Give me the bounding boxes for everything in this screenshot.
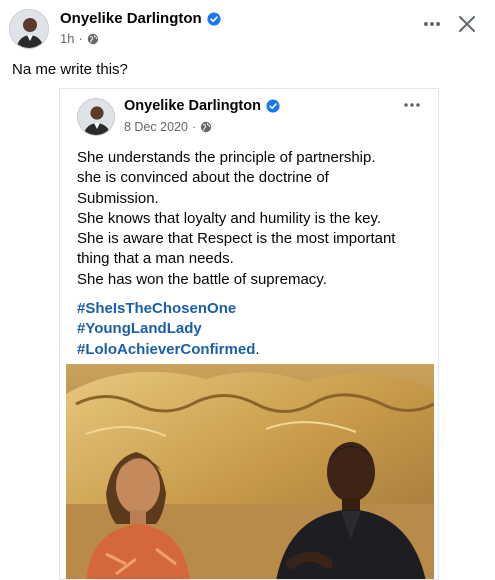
globe-icon <box>87 33 99 44</box>
hashtag-link[interactable]: #LoloAchieverConfirmed <box>77 341 255 358</box>
text-line: She is aware that Respect is the most im… <box>77 230 396 248</box>
author-name[interactable]: Onyelike Darlington <box>60 10 202 27</box>
text-line: She understands the principle of partner… <box>77 149 376 166</box>
text-line: thing that a man needs. <box>77 250 234 268</box>
meta-separator: · <box>78 31 83 46</box>
text-line: Submission. <box>77 189 159 207</box>
hashtag-period: . <box>255 340 260 358</box>
shared-post-image[interactable]: Onyelike Darlington 8 Dec 2020 · She und… <box>59 88 439 580</box>
post-time[interactable]: 1h <box>60 31 74 46</box>
author-avatar[interactable] <box>9 9 49 49</box>
post-text: Na me write this? <box>12 61 128 78</box>
more-dots-icon <box>404 103 420 107</box>
text-line: She has won the battle of supremacy. <box>77 270 327 288</box>
verified-badge-icon <box>207 11 221 26</box>
verified-badge-icon <box>266 99 280 113</box>
text-line: she is convinced about the doctrine of <box>77 169 329 187</box>
more-dots-icon <box>424 22 440 26</box>
shared-more-options <box>400 95 424 115</box>
hashtag-list: #SheIsTheChosenOne #YoungLandLady #LoloA… <box>77 299 260 360</box>
hashtag-link[interactable]: #SheIsTheChosenOne <box>77 300 236 317</box>
globe-icon <box>200 121 212 133</box>
post-header: Onyelike Darlington 1h · <box>0 0 495 56</box>
close-button[interactable] <box>455 12 479 36</box>
meta-separator: · <box>191 120 197 134</box>
text-line: She knows that loyalty and humility is t… <box>77 209 382 227</box>
more-options-button[interactable] <box>420 12 444 36</box>
shared-author-name: Onyelike Darlington <box>124 98 261 114</box>
shared-author-avatar <box>77 98 115 136</box>
shared-post-text: She understands the principle of partner… <box>77 148 427 290</box>
close-x-icon <box>459 16 475 32</box>
hashtag-link[interactable]: #YoungLandLady <box>77 320 202 337</box>
shared-post-date: 8 Dec 2020 <box>124 120 188 134</box>
couple-photo <box>66 364 434 579</box>
